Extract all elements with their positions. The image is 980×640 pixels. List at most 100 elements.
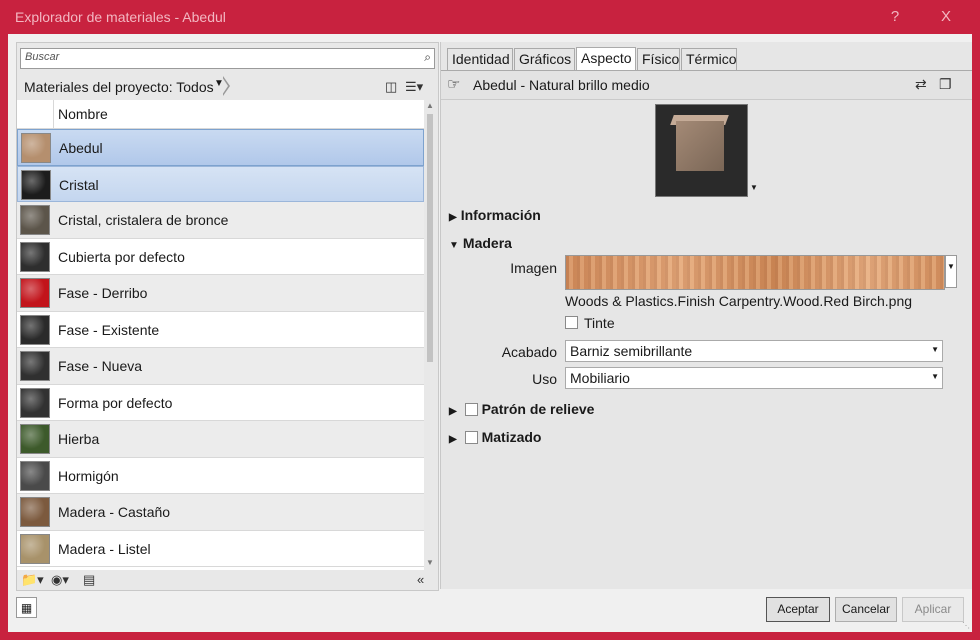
- new-library-icon[interactable]: 📁▾: [21, 572, 44, 588]
- section-matizado[interactable]: ▶ Matizado: [449, 429, 541, 445]
- tab-identidad[interactable]: Identidad: [447, 48, 513, 70]
- section-madera[interactable]: ▼ Madera: [449, 235, 512, 251]
- material-name: Hierba: [58, 431, 100, 447]
- scrollbar[interactable]: ▲ ▼: [424, 100, 436, 570]
- list-item[interactable]: Forma por defecto: [17, 384, 424, 421]
- material-swatch: [20, 497, 50, 527]
- image-dropdown-icon[interactable]: ▼: [945, 255, 957, 288]
- patron-checkbox[interactable]: [464, 403, 478, 416]
- asset-name: Abedul - Natural brillo medio: [473, 77, 650, 93]
- collapse-panel-icon[interactable]: «: [417, 572, 424, 587]
- material-swatch: [20, 241, 50, 272]
- image-filename[interactable]: Woods & Plastics.Finish Carpentry.Wood.R…: [565, 293, 912, 309]
- material-swatch: [21, 169, 51, 200]
- library-panel: Buscar ⌕ Materiales del proyecto: Todos …: [16, 42, 439, 591]
- list-item[interactable]: Cristal, cristalera de bronce: [17, 202, 424, 239]
- materials-table: Nombre Abedul Cristal Cristal, cristalera …: [17, 100, 424, 570]
- expand-arrow-icon: ▶: [449, 434, 457, 445]
- collapse-arrow-icon: ▼: [449, 240, 459, 251]
- material-name: Cristal, cristalera de bronce: [58, 212, 229, 228]
- asset-header: ☞ Abedul - Natural brillo medio ⇄ ❐: [441, 71, 972, 100]
- tab-aspecto[interactable]: Aspecto: [576, 47, 636, 71]
- panel-view-icon[interactable]: ◫: [385, 79, 397, 95]
- table-header: Nombre: [17, 100, 424, 129]
- material-name: Fase - Nueva: [58, 358, 143, 374]
- tab-térmico[interactable]: Térmico: [681, 48, 737, 70]
- help-button[interactable]: ?: [872, 0, 918, 34]
- list-item[interactable]: Cubierta por defecto: [17, 238, 424, 275]
- dialog-body: Buscar ⌕ Materiales del proyecto: Todos …: [8, 34, 972, 632]
- apply-button[interactable]: Aplicar: [902, 597, 964, 622]
- material-editor-panel: Identidad Gráficos Aspecto Físico Térmico ☞ …: [440, 42, 972, 589]
- material-swatch: [20, 278, 50, 308]
- section-patron-relieve[interactable]: ▶ Patrón de relieve: [449, 401, 594, 417]
- tab-físico[interactable]: Físico: [637, 48, 680, 70]
- list-item[interactable]: Fase - Derribo: [17, 275, 424, 312]
- acabado-value: Barniz semibrillante: [570, 343, 693, 359]
- material-name: Hormigón: [58, 467, 119, 484]
- list-item[interactable]: Madera - Listel: [17, 530, 424, 567]
- material-name: Madera - Castaño: [58, 504, 171, 520]
- chevron-down-icon: ▼: [931, 345, 939, 354]
- accept-button[interactable]: Aceptar: [766, 597, 830, 622]
- list-view-icon[interactable]: ☰▾: [405, 79, 423, 95]
- material-swatch: [20, 387, 50, 418]
- list-item[interactable]: Cristal: [17, 165, 424, 202]
- material-name: Cristal: [59, 176, 99, 193]
- duplicate-asset-icon[interactable]: ❐: [939, 76, 952, 93]
- scroll-down-icon[interactable]: ▼: [426, 558, 434, 567]
- acabado-select[interactable]: Barniz semibrillante ▼: [565, 340, 943, 362]
- scrollbar-thumb[interactable]: [427, 114, 433, 362]
- list-item[interactable]: Fase - Existente: [17, 311, 424, 348]
- list-item[interactable]: Hierba: [17, 421, 424, 458]
- material-name: Abedul: [59, 140, 103, 156]
- cancel-button[interactable]: Cancelar: [835, 597, 897, 622]
- resize-grip-icon[interactable]: ⋱: [962, 621, 970, 630]
- replace-asset-icon[interactable]: ⇄: [915, 76, 927, 93]
- material-swatch: [20, 533, 50, 564]
- tinte-checkbox[interactable]: [565, 316, 578, 329]
- material-swatch: [20, 205, 50, 235]
- material-browser-window: Explorador de materiales - Abedul ? X Bu…: [0, 0, 980, 640]
- matizado-checkbox[interactable]: [464, 431, 478, 444]
- filter-label[interactable]: Materiales del proyecto: Todos: [24, 79, 214, 95]
- material-name: Fase - Existente: [58, 321, 160, 338]
- list-item[interactable]: Hormigón: [17, 457, 424, 494]
- material-name: Fase - Derribo: [58, 285, 148, 301]
- uso-value: Mobiliario: [570, 370, 630, 386]
- materials-list: Abedul Cristal Cristal, cristalera de bron…: [17, 129, 424, 567]
- list-item[interactable]: Madera - Castaño: [17, 494, 424, 531]
- wood-texture-image[interactable]: [565, 255, 945, 290]
- close-button[interactable]: X: [923, 0, 969, 34]
- uso-select[interactable]: Mobiliario ▼: [565, 367, 943, 389]
- uso-label: Uso: [532, 371, 557, 387]
- search-placeholder: Buscar: [25, 51, 60, 63]
- section-informacion[interactable]: ▶ Información: [449, 207, 541, 223]
- material-swatch: [20, 314, 50, 345]
- search-input[interactable]: Buscar ⌕: [20, 48, 435, 69]
- material-swatch: [21, 133, 51, 163]
- chevron-down-icon: ▼: [931, 372, 939, 381]
- search-icon[interactable]: ⌕: [424, 50, 431, 65]
- tinte-label: Tinte: [584, 315, 615, 331]
- material-swatch: [20, 460, 50, 491]
- material-name: Madera - Listel: [58, 540, 151, 557]
- list-item[interactable]: Abedul: [17, 129, 424, 166]
- library-toolbar: 📁▾ ◉▾ ▤ «: [17, 570, 438, 590]
- material-name: Cubierta por defecto: [58, 248, 185, 265]
- expand-arrow-icon: ▶: [449, 406, 457, 417]
- settings-icon[interactable]: ▦: [16, 597, 37, 618]
- preview-dropdown-icon[interactable]: ▼: [750, 183, 758, 192]
- expand-arrow-icon: ▶: [449, 212, 457, 223]
- asset-hand-icon: ☞: [447, 76, 461, 93]
- column-header-name[interactable]: Nombre: [58, 106, 108, 122]
- list-item[interactable]: Fase - Nueva: [17, 348, 424, 385]
- scroll-up-icon[interactable]: ▲: [426, 101, 434, 110]
- material-swatch: [20, 424, 50, 454]
- material-name: Forma por defecto: [58, 394, 173, 411]
- new-material-icon[interactable]: ◉▾: [51, 572, 69, 588]
- filter-bar: Materiales del proyecto: Todos ▼ ◫ ☰▾: [17, 73, 438, 99]
- tab-gráficos[interactable]: Gráficos: [514, 48, 575, 70]
- material-preview[interactable]: [655, 104, 748, 197]
- asset-browser-icon[interactable]: ▤: [83, 572, 95, 588]
